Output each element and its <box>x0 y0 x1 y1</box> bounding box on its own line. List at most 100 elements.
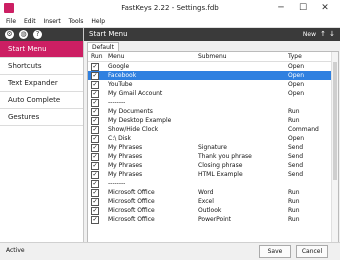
cell-type: Command <box>288 126 319 133</box>
vertical-scrollbar[interactable] <box>331 52 338 242</box>
cell-menu: Facebook <box>108 72 137 79</box>
cell-menu: -------- <box>108 99 126 106</box>
run-checkbox[interactable]: ✓ <box>91 90 99 98</box>
cell-submenu: Thank you phrase <box>198 153 252 160</box>
run-checkbox[interactable]: ✓ <box>91 171 99 179</box>
run-checkbox[interactable]: ✓ <box>91 162 99 170</box>
run-checkbox[interactable]: ✓ <box>91 189 99 197</box>
run-checkbox[interactable]: ✓ <box>91 99 99 107</box>
close-button[interactable]: ✕ <box>314 0 336 17</box>
run-checkbox[interactable]: ✓ <box>91 135 99 143</box>
table-row[interactable]: ✓ My Phrases Thank you phrase Send <box>88 152 338 161</box>
cell-menu: Microsoft Office <box>108 216 155 223</box>
table-row[interactable]: ✓ -------- <box>88 179 338 188</box>
table-row[interactable]: ✓ My Phrases Closing phrase Send <box>88 161 338 170</box>
menu-table: Run Menu Submenu Type ✓ Google Open ✓ Facebo… <box>87 51 339 243</box>
cell-submenu: Closing phrase <box>198 162 243 169</box>
globe-icon[interactable]: ◍ <box>19 30 28 39</box>
cell-type: Send <box>288 171 304 178</box>
cell-menu: My Gmail Account <box>108 90 163 97</box>
cell-type: Open <box>288 72 305 79</box>
cell-submenu: Excel <box>198 198 214 205</box>
help-icon[interactable]: ? <box>33 30 42 39</box>
run-checkbox[interactable]: ✓ <box>91 63 99 71</box>
cell-submenu: Signature <box>198 144 227 151</box>
cell-type: Open <box>288 90 305 97</box>
menu-help[interactable]: Help <box>88 17 108 27</box>
tab-strip: Default <box>84 41 340 52</box>
gear-icon[interactable]: ⚙ <box>5 30 14 39</box>
run-checkbox[interactable]: ✓ <box>91 153 99 161</box>
table-row[interactable]: ✓ Google Open <box>88 62 338 71</box>
cell-menu: My Documents <box>108 108 153 115</box>
maximize-button[interactable]: ☐ <box>292 0 314 17</box>
cell-type: Open <box>288 135 305 142</box>
cell-menu: My Desktop Example <box>108 117 172 124</box>
table-row[interactable]: ✓ -------- <box>88 98 338 107</box>
table-row[interactable]: ✓ Facebook Open <box>88 71 338 80</box>
table-row[interactable]: ✓ My Desktop Example Run <box>88 116 338 125</box>
menu-tools[interactable]: Tools <box>66 17 87 27</box>
sidebar-item-shortcuts[interactable]: Shortcuts <box>0 58 83 75</box>
cell-type: Run <box>288 108 300 115</box>
run-checkbox[interactable]: ✓ <box>91 117 99 125</box>
cell-menu: Show/Hide Clock <box>108 126 159 133</box>
sidebar-item-text-expander[interactable]: Text Expander <box>0 75 83 92</box>
run-checkbox[interactable]: ✓ <box>91 108 99 116</box>
menu-bar: File Edit Insert Tools Help <box>0 17 340 28</box>
scrollbar-thumb[interactable] <box>333 62 337 180</box>
cell-menu: Microsoft Office <box>108 189 155 196</box>
menu-edit[interactable]: Edit <box>21 17 39 27</box>
run-checkbox[interactable]: ✓ <box>91 126 99 134</box>
sidebar-item-auto-complete[interactable]: Auto Complete <box>0 92 83 109</box>
run-checkbox[interactable]: ✓ <box>91 81 99 89</box>
sidebar-item-gestures[interactable]: Gestures <box>0 109 83 126</box>
table-row[interactable]: ✓ My Documents Run <box>88 107 338 116</box>
save-button[interactable]: Save <box>259 245 291 258</box>
table-row[interactable]: ✓ YouTube Open <box>88 80 338 89</box>
move-down-button[interactable]: ↓ <box>329 30 335 38</box>
cell-submenu: Outlook <box>198 207 222 214</box>
cell-menu: Microsoft Office <box>108 207 155 214</box>
table-row[interactable]: ✓ C:\ Disk Open <box>88 134 338 143</box>
minimize-button[interactable]: ─ <box>270 0 292 17</box>
cancel-button[interactable]: Cancel <box>296 245 328 258</box>
table-row[interactable]: ✓ Microsoft Office Excel Run <box>88 197 338 206</box>
cell-menu: My Phrases <box>108 162 143 169</box>
table-header: Run Menu Submenu Type <box>88 52 338 62</box>
cell-type: Send <box>288 153 304 160</box>
run-checkbox[interactable]: ✓ <box>91 180 99 188</box>
column-menu[interactable]: Menu <box>108 53 124 60</box>
table-row[interactable]: ✓ Microsoft Office Outlook Run <box>88 206 338 215</box>
run-checkbox[interactable]: ✓ <box>91 198 99 206</box>
table-row[interactable]: ✓ My Phrases Signature Send <box>88 143 338 152</box>
run-checkbox[interactable]: ✓ <box>91 144 99 152</box>
table-row[interactable]: ✓ Microsoft Office Word Run <box>88 188 338 197</box>
cell-type: Run <box>288 189 300 196</box>
title-bar: FastKeys 2.22 - Settings.fdb ─ ☐ ✕ <box>0 0 340 18</box>
column-run[interactable]: Run <box>91 53 103 60</box>
move-up-button[interactable]: ↑ <box>320 30 326 38</box>
new-button[interactable]: New <box>303 31 316 38</box>
table-row[interactable]: ✓ My Phrases HTML Example Send <box>88 170 338 179</box>
menu-file[interactable]: File <box>3 17 19 27</box>
cell-menu: Microsoft Office <box>108 198 155 205</box>
run-checkbox[interactable]: ✓ <box>91 216 99 224</box>
cell-type: Run <box>288 198 300 205</box>
cell-menu: My Phrases <box>108 153 143 160</box>
main-header: Start Menu New ↑ ↓ <box>84 28 340 41</box>
run-checkbox[interactable]: ✓ <box>91 72 99 80</box>
column-type[interactable]: Type <box>288 53 302 60</box>
cell-type: Run <box>288 216 300 223</box>
table-row[interactable]: ✓ Microsoft Office PowerPoint Run <box>88 215 338 224</box>
main-panel: Start Menu New ↑ ↓ Default Run Menu Subm… <box>84 28 340 243</box>
cell-type: Run <box>288 207 300 214</box>
menu-insert[interactable]: Insert <box>41 17 64 27</box>
column-submenu[interactable]: Submenu <box>198 53 227 60</box>
table-row[interactable]: ✓ My Gmail Account Open <box>88 89 338 98</box>
cell-type: Open <box>288 63 305 70</box>
table-row[interactable]: ✓ Show/Hide Clock Command <box>88 125 338 134</box>
table-body: ✓ Google Open ✓ Facebook Open ✓ YouTube Open ✓ My … <box>88 62 338 224</box>
run-checkbox[interactable]: ✓ <box>91 207 99 215</box>
sidebar-item-start-menu[interactable]: Start Menu <box>0 41 83 58</box>
